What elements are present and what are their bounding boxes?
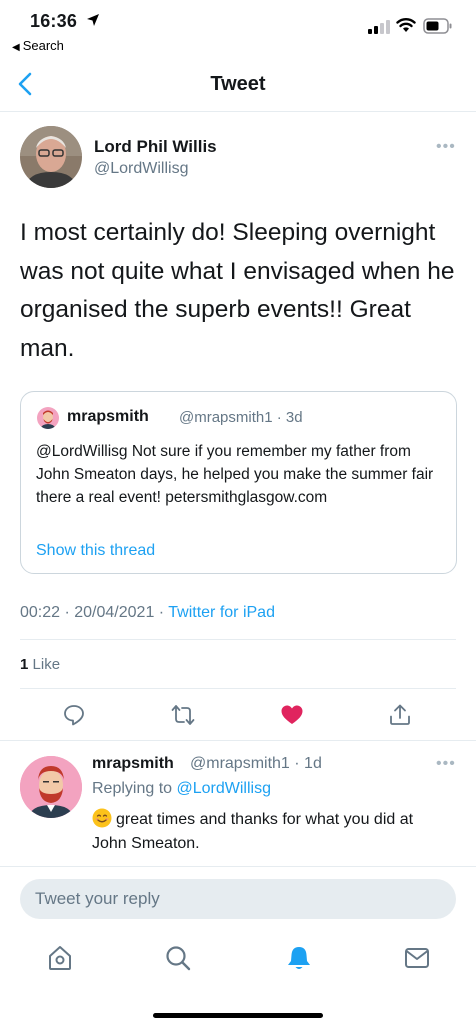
tweet-reply-input[interactable]: Tweet your reply: [20, 879, 456, 919]
quoted-tweet[interactable]: mrapsmith @mrapsmith1 · 3d @LordWillisg …: [20, 391, 457, 574]
status-time: 16:36: [30, 11, 78, 31]
quote-avatar: [37, 407, 59, 429]
author-avatar[interactable]: [20, 126, 82, 188]
battery-icon: [423, 18, 452, 34]
likes-count[interactable]: 1 Like: [20, 656, 60, 673]
back-to-app[interactable]: ◀ Search: [12, 38, 64, 53]
reply-text: great times and thanks for what you did …: [92, 808, 452, 856]
back-triangle-icon: ◀: [12, 42, 20, 53]
reply-icon[interactable]: [62, 703, 86, 727]
replying-to-mention[interactable]: @LordWillisg: [177, 780, 271, 797]
notifications-icon[interactable]: [285, 944, 313, 972]
share-icon[interactable]: [388, 703, 412, 727]
tweet-actions: [0, 703, 476, 729]
divider: [20, 688, 456, 689]
home-indicator: [153, 1013, 323, 1018]
tweet-source-link[interactable]: Twitter for iPad: [168, 604, 275, 621]
compose-bar: Tweet your reply: [0, 866, 476, 926]
likes-number: 1: [20, 656, 29, 673]
timestamp-text: 00:22 · 20/04/2021 ·: [20, 604, 169, 621]
reply-author-name[interactable]: mrapsmith: [92, 755, 174, 773]
messages-icon[interactable]: [403, 944, 431, 972]
quote-text: @LordWillisg Not sure if you remember my…: [36, 443, 434, 506]
more-options-icon[interactable]: •••: [436, 138, 456, 156]
location-arrow-icon: [87, 14, 99, 26]
quote-avatar-image: [37, 407, 59, 429]
quote-handle-time: @mrapsmith1 · 3d: [179, 409, 303, 426]
cellular-signal-icon: [368, 20, 390, 34]
page-title: Tweet: [210, 73, 266, 95]
replying-to-prefix: Replying to: [92, 780, 177, 797]
like-icon[interactable]: [280, 703, 304, 727]
tweet-text: I most certainly do! Sleeping overnight …: [20, 219, 455, 362]
quote-author-name: mrapsmith: [67, 408, 149, 425]
author-handle[interactable]: @LordWillisg: [94, 160, 188, 178]
nav-bar: Tweet: [0, 56, 476, 112]
show-thread-link[interactable]: Show this thread: [36, 542, 155, 560]
reply-text-content: great times and thanks for what you did …: [92, 811, 414, 852]
home-icon[interactable]: [46, 944, 74, 972]
section-divider: [0, 740, 476, 741]
likes-label: Like: [32, 656, 61, 673]
search-icon[interactable]: [164, 944, 192, 972]
reply-avatar-image: [20, 756, 82, 818]
retweet-icon[interactable]: [171, 703, 195, 727]
wifi-icon: [396, 18, 416, 32]
author-avatar-image: [20, 126, 82, 188]
back-app-label: Search: [22, 38, 64, 53]
reply-handle-time[interactable]: @mrapsmith1 · 1d: [190, 755, 322, 773]
divider: [20, 639, 456, 640]
reply-more-options-icon[interactable]: •••: [436, 755, 456, 773]
tweet-timestamp: 00:22 · 20/04/2021 · Twitter for iPad: [20, 604, 275, 622]
author-name[interactable]: Lord Phil Willis: [94, 137, 217, 157]
smiling-face-emoji-icon: [92, 808, 112, 828]
reply-avatar[interactable]: [20, 756, 82, 818]
status-bar: 16:36 ◀ Search: [0, 0, 476, 56]
replying-to: Replying to @LordWillisg: [92, 780, 271, 798]
